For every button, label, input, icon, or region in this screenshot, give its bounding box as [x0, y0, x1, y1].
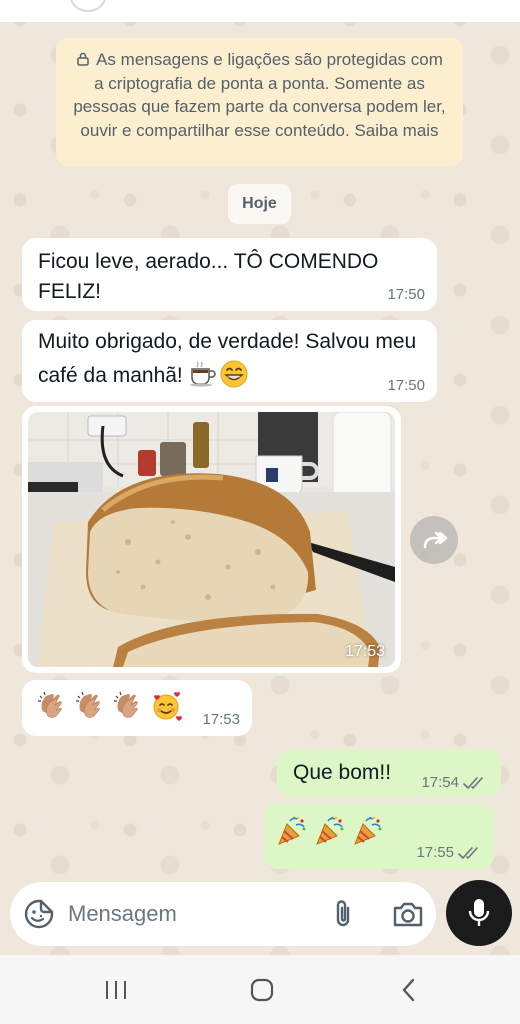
sticker-icon[interactable] — [24, 899, 54, 929]
forward-icon — [423, 531, 447, 549]
back-button[interactable] — [388, 975, 428, 1005]
message-input[interactable] — [68, 896, 308, 932]
party-popper-icon — [316, 816, 344, 845]
message-meta: 17:54 — [421, 775, 487, 791]
message-meta: 17:55 — [416, 845, 482, 861]
double-check-icon — [458, 847, 478, 859]
encryption-notice-text: As mensagens e ligações são protegidas c… — [73, 50, 446, 140]
message-time: 17:55 — [416, 844, 454, 861]
party-popper-icon — [354, 816, 382, 845]
encryption-notice[interactable]: As mensagens e ligações são protegidas c… — [56, 38, 463, 166]
date-chip: Hoje — [228, 184, 291, 224]
image-message[interactable]: 17:53 — [22, 406, 401, 673]
lock-icon — [77, 52, 89, 66]
attach-icon[interactable] — [330, 899, 356, 929]
message-bubble[interactable]: Que bom!! 17:54 — [277, 749, 501, 797]
message-composer — [10, 882, 436, 946]
message-time: 17:53 — [344, 643, 385, 660]
message-bubble[interactable]: Muito obrigado, de verdade! Salvou meu c… — [22, 320, 437, 402]
voice-message-button[interactable] — [446, 880, 512, 946]
recent-apps-icon — [106, 981, 126, 999]
forward-button[interactable] — [410, 516, 458, 564]
chat-header — [0, 0, 520, 22]
bread-photo-illustration — [28, 412, 395, 667]
message-bubble[interactable]: 17:53 — [22, 680, 252, 736]
double-check-icon — [463, 777, 483, 789]
grinning-face-icon — [220, 360, 248, 388]
message-time: 17:50 — [387, 377, 425, 394]
message-time: 17:50 — [387, 286, 425, 303]
home-icon — [250, 978, 274, 1002]
message-time: 17:54 — [421, 774, 459, 791]
message-bubble[interactable]: 17:55 — [264, 803, 494, 869]
smiling-face-with-hearts-icon — [153, 692, 182, 721]
recent-apps-button[interactable] — [96, 975, 136, 1005]
system-nav-bar — [0, 955, 520, 1024]
message-time: 17:53 — [202, 711, 240, 728]
home-button[interactable] — [242, 975, 282, 1005]
clapping-hands-icon — [114, 691, 138, 718]
message-bubble[interactable]: Ficou leve, aerado... TÔ COMENDO FELIZ! … — [22, 238, 437, 311]
bread-photo[interactable]: 17:53 — [28, 412, 395, 667]
avatar[interactable] — [70, 0, 106, 12]
message-text: Ficou leve, aerado... TÔ COMENDO FELIZ! — [38, 250, 379, 303]
clapping-hands-icon — [38, 691, 62, 718]
party-popper-icon — [278, 816, 306, 845]
camera-icon[interactable] — [392, 900, 424, 928]
back-icon — [402, 978, 415, 1002]
clapping-hands-icon — [76, 691, 100, 718]
mic-icon — [468, 899, 490, 926]
hot-beverage-icon — [189, 361, 216, 387]
message-text: Muito obrigado, de verdade! Salvou meu c… — [38, 325, 421, 393]
